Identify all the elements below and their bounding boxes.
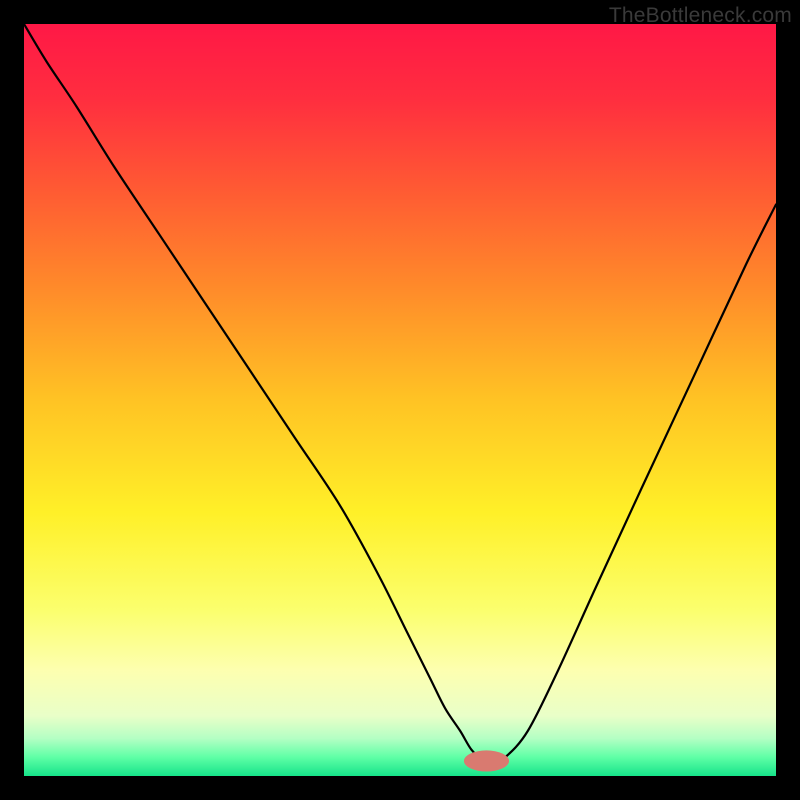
plot-area xyxy=(24,24,776,776)
watermark-text: TheBottleneck.com xyxy=(609,4,792,28)
chart-frame: TheBottleneck.com xyxy=(0,0,800,800)
bottleneck-chart xyxy=(24,24,776,776)
dip-marker xyxy=(464,750,509,771)
gradient-background xyxy=(24,24,776,776)
